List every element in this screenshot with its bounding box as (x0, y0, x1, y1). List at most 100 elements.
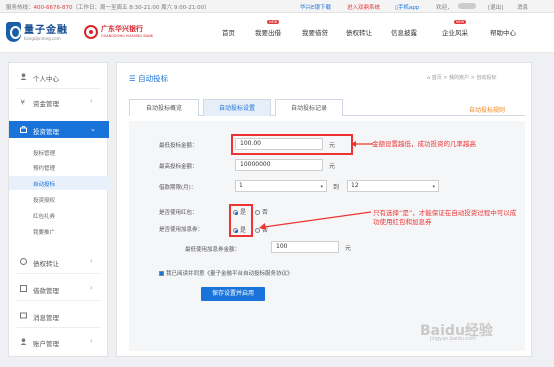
sidebar-subitem-reservation[interactable]: 预约管理 (9, 160, 109, 174)
sidebar-subitem-label: 红包礼券 (33, 214, 56, 220)
sidebar-item-account[interactable]: 账户管理 › (9, 333, 109, 350)
watermark-sub: jingyan.baidu.com (430, 336, 477, 342)
unit-label: 元 (345, 245, 352, 252)
unit-label: 元 (329, 142, 336, 149)
sidebar-subitem-label: 投资授权 (33, 198, 56, 204)
sidebar-item-messages[interactable]: 消息管理 (9, 307, 109, 324)
divider (17, 327, 101, 328)
unit-label: 元 (329, 163, 336, 170)
annotation-note: 金额设置越低，成功投资的几率越高 (372, 140, 476, 148)
period-to-select[interactable]: 12 ▾ (347, 180, 439, 192)
arrow-icon (259, 211, 371, 230)
redpack-yes-radio[interactable]: 是 (233, 207, 246, 216)
period-label: 借款期限(月)： (159, 185, 197, 191)
mobile-app-label: 手机app (398, 5, 420, 11)
coupon-yes-radio[interactable]: 是 (233, 225, 246, 234)
hotline-number: 400-6676-870 (33, 5, 73, 11)
transfer-icon (20, 258, 27, 265)
brand-name: 量子金融 (24, 25, 68, 36)
radio-dot (233, 228, 238, 233)
min-amount-input[interactable]: 100.00 (235, 138, 323, 150)
tab-overview[interactable]: 自动投标概览 (129, 99, 199, 116)
save-enable-button[interactable]: 保存设置并启用 (201, 287, 265, 301)
to-label: 到 (333, 184, 340, 191)
message-icon (20, 312, 27, 319)
chevron-down-icon: ▾ (320, 184, 323, 190)
sidebar-subitem-coupons[interactable]: 红包礼券 (9, 208, 109, 222)
svg-text:¥: ¥ (21, 99, 26, 106)
sidebar-item-funds[interactable]: ¥ 资金管理 › (9, 93, 109, 110)
sidebar-item-label: 个人中心 (33, 75, 59, 83)
nav-company[interactable]: 企业风采 NEW (442, 20, 468, 37)
radio-label: 是 (240, 209, 247, 216)
sidebar-item-personal[interactable]: 个人中心 (9, 68, 109, 85)
shield-icon (6, 22, 21, 42)
tab-records[interactable]: 自动投标记录 (275, 99, 343, 116)
sidebar-item-debt[interactable]: 债权转让 › (9, 253, 109, 270)
site-header: 量子金融 liangzijinrong.com 广东华兴银行 GUANGDONG… (0, 13, 554, 53)
list-icon: ☰ (129, 74, 139, 83)
sidebar: 个人中心 ¥ 资金管理 › 投资管理 ⌄ 投标管理 预约管理 自动投标 投资授权… (8, 62, 109, 357)
redpack-label: 是否使用红包： (159, 210, 198, 216)
sidebar-item-invest[interactable]: 投资管理 ⌄ (9, 121, 109, 138)
brand-logo[interactable]: 量子金融 liangzijinrong.com (6, 21, 76, 45)
nav-disclosure[interactable]: 信息披露 (391, 27, 417, 37)
hotline-label: 服务热线： (6, 5, 34, 11)
loan-icon (20, 285, 27, 292)
nav-help[interactable]: 帮助中心 (490, 27, 516, 37)
annotation-note: 只有选择“是”，才能保证在自动投资过程中可以成功使用红包和加息券 (373, 209, 517, 226)
tab-bar: 自动投标概览 自动投标设置 自动投标记录 (129, 99, 525, 116)
nav-home[interactable]: 首页 (222, 27, 235, 37)
period-from-select[interactable]: 1 ▾ (235, 180, 327, 192)
sidebar-item-label: 资金管理 (33, 100, 59, 108)
partner-logo: 广东华兴银行 GUANGDONG HUAXING BANK (84, 23, 164, 45)
sidebar-item-label: 投资管理 (33, 128, 59, 136)
sidebar-item-label: 消息管理 (33, 314, 59, 322)
tab-settings[interactable]: 自动投标设置 (203, 99, 271, 116)
sidebar-subitem-bids[interactable]: 投标管理 (9, 145, 109, 159)
sidebar-subitem-label: 我要推广 (33, 230, 56, 236)
brand-site: liangzijinrong.com (24, 36, 61, 41)
partner-sub: GUANGDONG HUAXING BANK (101, 34, 154, 38)
auto-bid-form: 最低投标金额： 100.00 元 金额设置越低，成功投资的几率越高 最高投标金额… (129, 121, 525, 351)
period-to-value: 12 (351, 182, 359, 189)
sidebar-subitem-promote[interactable]: 我要推广 (9, 224, 109, 238)
chevron-right-icon: › (90, 337, 93, 345)
watermark: Baidu经验 jingyan.baidu.com (420, 320, 493, 342)
welcome-text: 欢迎， (436, 5, 453, 11)
username-masked (458, 3, 476, 9)
breadcrumb-text[interactable]: 首页 > 我的账户 > 自动投标 (432, 75, 497, 81)
coupon-min-label: 最低使用加息券金额： (185, 247, 241, 253)
nav-company-label: 企业风采 (442, 29, 468, 37)
nav-borrow[interactable]: 我要借贷 (302, 27, 328, 37)
page-title-text: 自动投标 (138, 74, 169, 83)
service-hours: （工作日：周一至周五 8:30-21:00 周六 9:00-21:00） (72, 5, 210, 11)
sidebar-item-loan[interactable]: 借款管理 › (9, 280, 109, 297)
min-amount-label: 最低投标金额： (159, 143, 198, 149)
max-amount-input[interactable]: 10000000 (235, 159, 323, 171)
nav-lend[interactable]: 我要出借 NEW (255, 20, 281, 37)
mobile-app-link[interactable]: ▯手机app (395, 3, 419, 11)
nav-lend-label: 我要出借 (255, 29, 281, 37)
agreement-checkbox[interactable]: 我已阅读并同意《量子金融平台自动投标服务协议》 (159, 269, 293, 277)
sidebar-subitem-auto-bid[interactable]: 自动投标 (9, 176, 109, 190)
divider (17, 88, 101, 89)
rules-link[interactable]: 自动投标规则 (469, 105, 505, 114)
gold-system-link[interactable]: 进入双鼎系统 (347, 3, 380, 11)
coupon-min-input[interactable]: 100 (271, 241, 339, 253)
user-icon (20, 73, 27, 80)
sidebar-subitem-label: 预约管理 (33, 166, 56, 172)
sidebar-subitem-authorization[interactable]: 投资授权 (9, 192, 109, 206)
breadcrumb: ⌂ 首页 > 我的账户 > 自动投标 (427, 74, 497, 81)
nav-debt-transfer[interactable]: 债权转让 (346, 27, 372, 37)
download-link[interactable]: 华兴E银下载 (300, 3, 331, 11)
money-icon: ¥ (20, 98, 27, 107)
account-icon (20, 338, 27, 345)
period-from-value: 1 (239, 182, 243, 189)
chevron-right-icon: › (90, 284, 93, 292)
logout-link[interactable]: [退出] (488, 3, 503, 11)
main-panel: ☰ 自动投标 ⌂ 首页 > 我的账户 > 自动投标 自动投标概览 自动投标设置 … (116, 62, 532, 357)
chevron-right-icon: › (90, 257, 93, 265)
top-bar: 服务热线：400-6676-870（工作日：周一至周五 8:30-21:00 周… (0, 0, 554, 13)
messages-link[interactable]: 消息 (517, 3, 528, 11)
